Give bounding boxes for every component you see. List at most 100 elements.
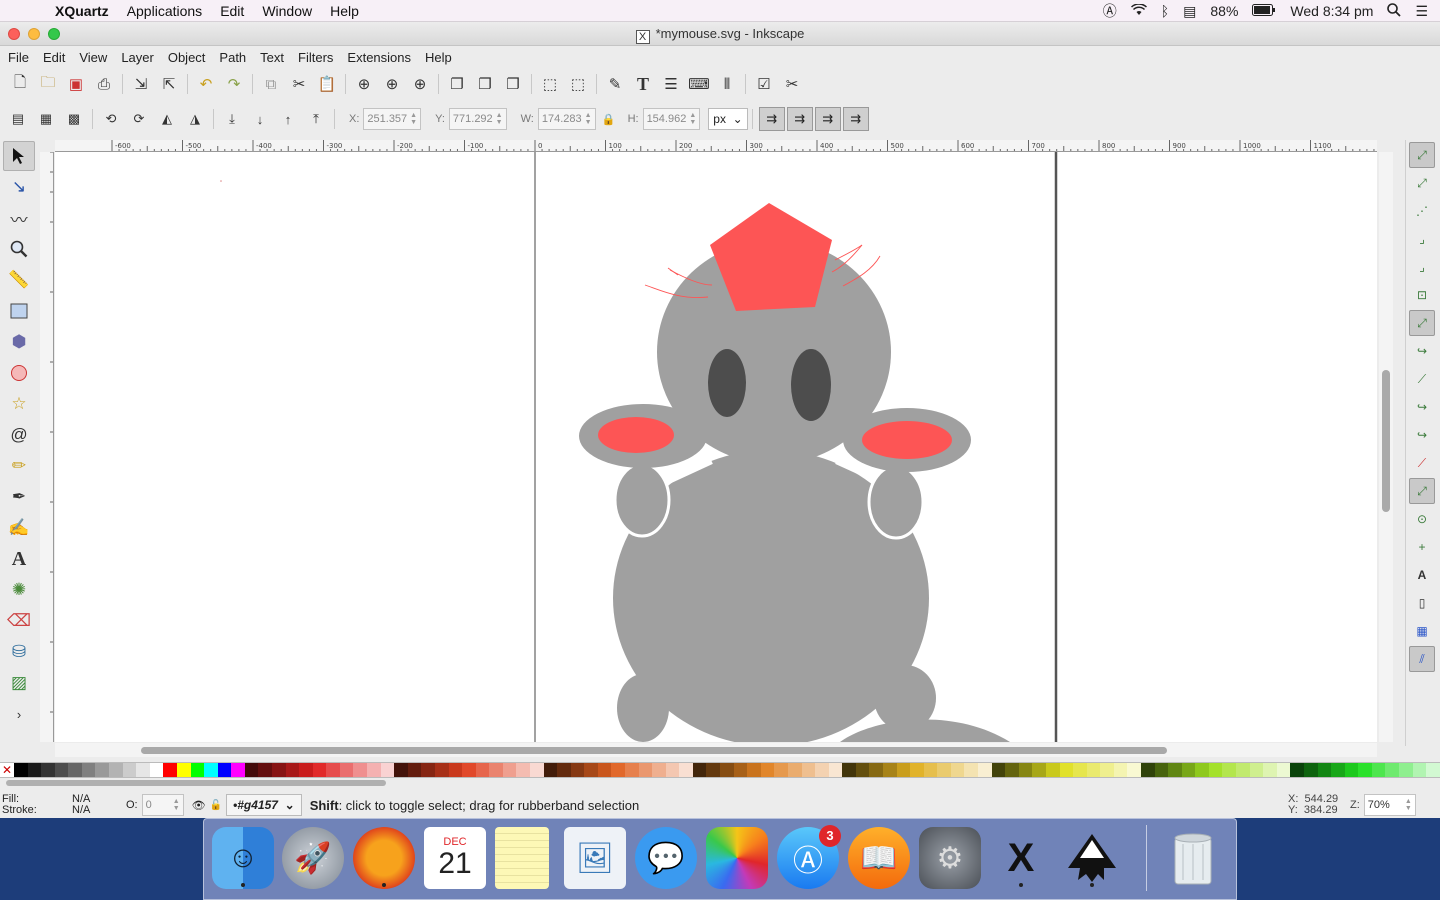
snap-page-border-icon[interactable]: ▯ [1409,590,1435,616]
color-swatch[interactable] [625,763,639,777]
color-swatch[interactable] [692,763,707,777]
color-swatch[interactable] [665,763,680,777]
x-input[interactable]: 251.357 ▲ ▼ [363,108,422,130]
finder-icon[interactable]: ☺ [212,827,274,889]
xquartz-icon[interactable]: X [990,827,1052,889]
raise-to-top-icon[interactable]: ⤒ [302,107,330,131]
color-swatch[interactable] [1005,763,1019,777]
transform-patterns-toggle-icon[interactable]: ⇉ [842,107,869,131]
firefox-icon[interactable] [353,827,415,889]
scale-stroke-toggle-icon[interactable]: ⇉ [758,107,785,131]
color-swatch[interactable] [68,763,82,777]
color-swatch[interactable] [462,763,476,777]
color-swatch[interactable] [584,763,598,777]
color-swatch[interactable] [421,763,435,777]
color-swatch[interactable] [244,763,259,777]
color-swatch[interactable] [1195,763,1209,777]
color-swatch[interactable] [828,763,843,777]
scale-corners-toggle-icon[interactable]: ⇉ [786,107,813,131]
no-paint-swatch[interactable]: ✕ [0,763,14,777]
color-swatch[interactable] [964,763,979,777]
color-swatch[interactable] [570,763,585,777]
menubar-item-window[interactable]: Window [253,3,321,19]
color-swatch[interactable] [720,763,734,777]
color-swatch[interactable] [41,763,55,777]
rectangle-tool-icon[interactable] [3,296,35,326]
horizontal-scrollbar[interactable] [55,743,1377,757]
y-input[interactable]: 771.292 ▲ ▼ [448,108,507,130]
ungroup-icon[interactable]: ⬚ [564,72,592,96]
battery-percent[interactable]: 88% [1210,3,1238,19]
color-swatch[interactable] [367,763,381,777]
preview-icon[interactable]: 🖼 [564,827,626,889]
fill-stroke-icon[interactable]: ✎ [601,72,629,96]
color-swatch[interactable] [1426,763,1440,777]
color-swatch[interactable] [312,763,327,777]
snap-bbox-centers-icon[interactable]: ⊡ [1409,282,1435,308]
tweak-tool-icon[interactable]: 〰 [3,203,35,233]
menu-path[interactable]: Path [212,50,253,65]
w-input[interactable]: 174.283 ▲ ▼ [537,108,596,130]
measure-tool-icon[interactable]: 📏 [3,265,35,295]
color-swatch[interactable] [842,763,856,777]
group-icon[interactable]: ⬚ [536,72,564,96]
color-swatch[interactable] [1208,763,1223,777]
opacity-input[interactable]: 0 ▲ ▼ [141,794,184,816]
color-swatch[interactable] [529,763,544,777]
color-swatch[interactable] [1303,763,1318,777]
color-swatch[interactable] [271,763,286,777]
duplicate-icon[interactable]: ❐ [443,72,471,96]
color-swatch[interactable] [1249,763,1264,777]
color-swatch[interactable] [407,763,422,777]
menu-view[interactable]: View [72,50,114,65]
snap-centers-icon[interactable]: ⊙ [1409,506,1435,532]
color-swatch[interactable] [869,763,883,777]
color-swatch[interactable] [380,763,395,777]
color-swatch[interactable] [787,763,802,777]
color-swatch[interactable] [747,763,761,777]
color-swatch[interactable] [557,763,571,777]
spin-arrows-icon[interactable]: ▲ ▼ [496,112,503,126]
battery-icon[interactable] [1252,3,1276,19]
color-swatch[interactable] [638,763,653,777]
color-swatch[interactable] [1317,763,1332,777]
calligraphy-tool-icon[interactable]: ✍ [3,513,35,543]
h-input[interactable]: 154.962 ▲ ▼ [642,108,701,130]
menubar-app-name[interactable]: XQuartz [46,3,118,19]
color-swatch[interactable] [923,763,938,777]
color-swatch[interactable] [258,763,272,777]
layer-visibility-icon[interactable]: 👁 [192,799,206,812]
color-swatch[interactable] [1018,763,1033,777]
color-swatch[interactable] [136,763,150,777]
menubar-item-edit[interactable]: Edit [211,3,253,19]
color-swatch[interactable] [679,763,693,777]
vertical-ruler[interactable] [40,152,54,742]
color-swatch[interactable] [937,763,951,777]
color-swatch[interactable] [597,763,612,777]
color-swatch[interactable] [896,763,911,777]
color-swatch[interactable] [1168,763,1182,777]
open-file-icon[interactable]: 🗀 [34,72,62,96]
input-menu-icon[interactable]: ▤ [1183,3,1196,20]
color-swatch[interactable] [1276,763,1291,777]
color-swatch[interactable] [1059,763,1074,777]
color-swatch[interactable] [543,763,558,777]
snap-bbox-icon[interactable]: ⤢ [1409,170,1435,196]
menubar-item-applications[interactable]: Applications [118,3,212,19]
color-swatch[interactable] [54,763,69,777]
color-swatch[interactable] [1331,763,1345,777]
spin-arrows-icon[interactable]: ▲ ▼ [173,798,180,812]
color-swatch[interactable] [163,763,177,777]
notes-icon[interactable] [495,827,549,889]
fill-stroke-indicator[interactable]: Fill: N/A Stroke: N/A [0,794,120,816]
color-swatch[interactable] [122,763,137,777]
snap-guides-icon[interactable]: ⫽ [1409,646,1435,672]
flip-horizontal-icon[interactable]: ◭ [153,107,181,131]
zoom-selection-icon[interactable]: ⊕ [350,72,378,96]
snap-smooth-nodes-icon[interactable]: ↪ [1409,422,1435,448]
snap-bbox-edges-icon[interactable]: ⋰ [1409,198,1435,224]
color-swatch[interactable] [502,763,517,777]
color-swatch[interactable] [1412,763,1427,777]
snap-intersections-icon[interactable]: ⟋ [1409,366,1435,392]
clock[interactable]: Wed 8:34 pm [1290,3,1373,19]
